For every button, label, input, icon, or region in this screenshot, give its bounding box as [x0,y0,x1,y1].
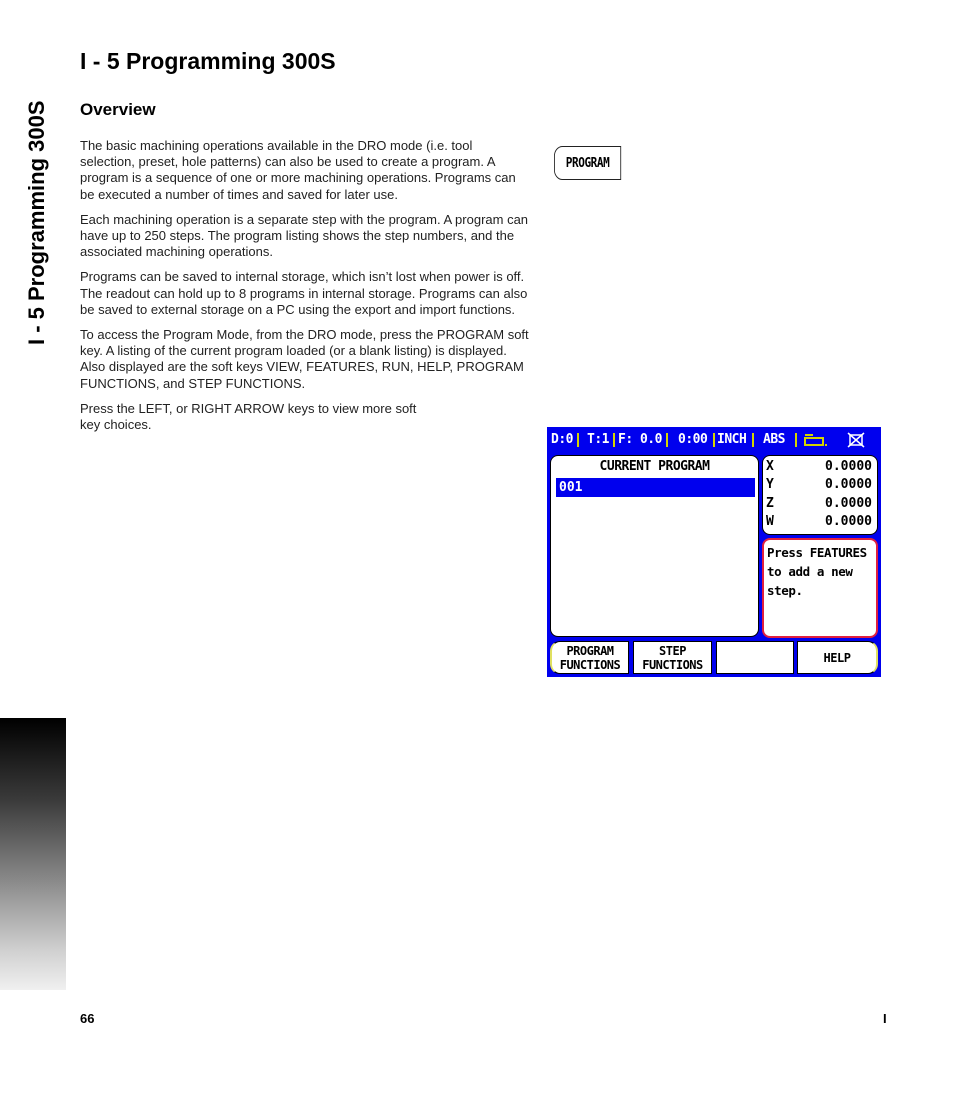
axis-row-y: Y 0.0000 [766,477,874,495]
tool-holder-icon [803,433,829,453]
axis-row-z: Z 0.0000 [766,496,874,514]
dro-screen: D:0 T:1 F: 0.0 0:00 INCH ABS CURRENT PRO… [547,427,881,677]
program-listing-panel: CURRENT PROGRAM 001 [550,455,759,637]
message-line: step. [767,583,803,598]
axis-value: 0.0000 [825,496,872,511]
side-tab-label: I - 5 Programming 300S [24,100,49,345]
units-indicator: INCH [717,432,747,447]
softkey-label: PROGRAM [566,643,614,658]
separator [795,433,797,447]
datum-indicator: D:0 [551,432,573,447]
side-gradient-bar [0,718,66,990]
axis-label: Y [766,477,774,492]
step-functions-softkey[interactable]: STEP FUNCTIONS [633,641,712,674]
axis-label: X [766,459,774,474]
separator [752,433,754,447]
paragraph: The basic machining operations available… [80,138,516,202]
separator [666,433,668,447]
paragraph: To access the Program Mode, from the DRO… [80,327,529,391]
page-title: I - 5 Programming 300S [80,48,336,74]
program-functions-softkey[interactable]: PROGRAM FUNCTIONS [550,641,629,674]
blank-softkey[interactable] [716,641,794,674]
chapter-marker: I [883,1011,887,1026]
axis-value: 0.0000 [825,459,872,474]
message-text: Press FEATURES to add a new step. [767,543,877,600]
disabled-indicator-icon [845,432,867,452]
status-bar: D:0 T:1 F: 0.0 0:00 INCH ABS [547,427,881,453]
mode-indicator: ABS [763,432,785,447]
separator [713,433,715,447]
axis-label: W [766,514,774,529]
program-softkey-illustration: PROGRAM [554,146,622,180]
axis-readout-panel: X 0.0000 Y 0.0000 Z 0.0000 W 0.0000 [762,455,878,535]
axis-label: Z [766,496,774,511]
softkey-bar: PROGRAM FUNCTIONS STEP FUNCTIONS HELP [547,640,881,675]
axis-row-x: X 0.0000 [766,459,874,477]
message-line: Press FEATURES [767,545,867,560]
program-listing-header: CURRENT PROGRAM [599,459,710,474]
softkey-label: STEP [659,643,686,658]
body-text: The basic machining operations available… [80,138,530,442]
paragraph: Programs can be saved to internal storag… [80,269,528,317]
message-panel: Press FEATURES to add a new step. [762,538,878,638]
help-softkey[interactable]: HELP [797,641,878,674]
message-line: to add a new [767,564,853,579]
tool-indicator: T:1 [587,432,609,447]
paragraph: Press the LEFT, or RIGHT ARROW keys to v… [80,400,417,433]
softkey-label: FUNCTIONS [642,657,703,672]
feed-indicator: F: 0.0 [618,432,662,447]
timer-indicator: 0:00 [678,432,708,447]
softkey-label: FUNCTIONS [559,657,621,672]
separator [613,433,615,447]
paragraph: Each machining operation is a separate s… [80,211,529,260]
axis-value: 0.0000 [825,514,872,529]
page-number: 66 [80,1011,95,1026]
separator [577,433,579,447]
section-title: Overview [80,100,156,119]
axis-row-w: W 0.0000 [766,514,874,532]
axis-value: 0.0000 [825,477,872,492]
softkey-label: HELP [823,650,851,665]
program-listing-row[interactable]: 001 [556,478,755,497]
